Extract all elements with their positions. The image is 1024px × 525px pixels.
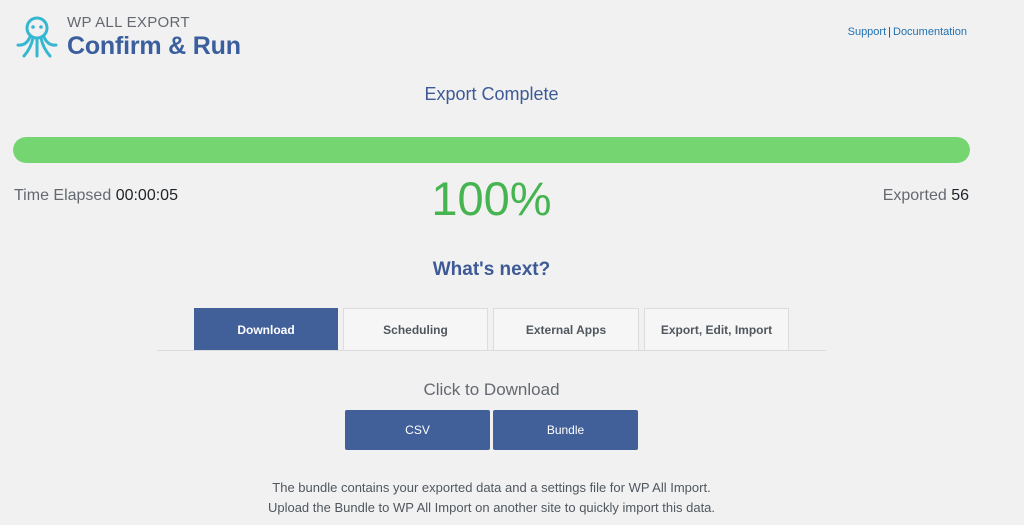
download-buttons: CSV Bundle (345, 410, 638, 450)
exported-count: Exported 56 (883, 187, 969, 205)
tabs-divider (157, 350, 826, 351)
brand-name: WP ALL EXPORT (67, 14, 190, 31)
tab-export-edit-import[interactable]: Export, Edit, Import (644, 308, 789, 350)
bundle-info: The bundle contains your exported data a… (0, 478, 983, 518)
download-csv-button[interactable]: CSV (345, 410, 490, 450)
whats-next-heading: What's next? (432, 259, 551, 280)
link-separator: | (888, 26, 891, 38)
tab-scheduling[interactable]: Scheduling (343, 308, 488, 350)
octopus-logo-icon (16, 16, 58, 58)
click-to-download-heading: Click to Download (423, 380, 560, 399)
download-bundle-button[interactable]: Bundle (493, 410, 638, 450)
bundle-info-line-1: The bundle contains your exported data a… (272, 480, 711, 495)
bundle-info-line-2: Upload the Bundle to WP All Import on an… (267, 500, 716, 515)
progress-percent: 100% (431, 172, 552, 225)
top-links: Support | Documentation (848, 26, 967, 38)
progress-bar-fill (13, 137, 970, 163)
next-tabs: Download Scheduling External Apps Export… (194, 308, 789, 350)
export-status-message: Export Complete (424, 84, 559, 104)
exported-value: 56 (951, 187, 969, 204)
progress-bar (13, 137, 970, 163)
tab-download[interactable]: Download (194, 308, 338, 350)
page-title: Confirm & Run (67, 32, 241, 60)
tab-external-apps[interactable]: External Apps (493, 308, 639, 350)
documentation-link[interactable]: Documentation (893, 26, 967, 38)
support-link[interactable]: Support (848, 26, 887, 38)
exported-label: Exported (882, 187, 947, 204)
header: WP ALL EXPORT Confirm & Run Support | Docu… (0, 0, 1024, 70)
